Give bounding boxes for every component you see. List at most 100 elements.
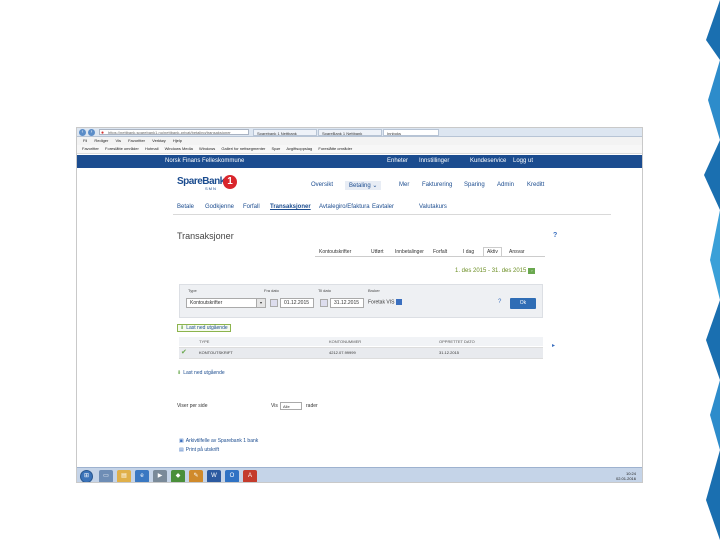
nav-saving[interactable]: Sparing xyxy=(464,182,485,188)
to-date-value: 31.12.2015 xyxy=(334,300,360,306)
menu-help[interactable]: Hjelp xyxy=(173,138,182,143)
favorite-item[interactable]: Favoritter xyxy=(82,146,99,151)
subnav-exchange[interactable]: Valutakurs xyxy=(419,204,447,210)
favorite-item[interactable]: Galleri for nettsegmenter xyxy=(221,146,265,151)
tab-today[interactable]: I dag xyxy=(463,249,474,255)
system-clock[interactable]: 10:24 02.01.2016 xyxy=(616,471,636,481)
tab-deposits[interactable]: Innbetalinger xyxy=(395,249,424,255)
calendar-icon[interactable] xyxy=(320,299,328,307)
checkmark-icon[interactable]: ✔ xyxy=(181,348,187,358)
favorite-item[interactable]: Foreslåtte områder xyxy=(318,146,352,151)
browser-tab-label: Sparebank 1 Nettbank xyxy=(257,131,297,136)
tab-overdue[interactable]: Forfalt xyxy=(433,249,447,255)
sparebank-logo[interactable]: SpareBank SMN 1 xyxy=(177,175,247,192)
folder-icon[interactable]: ▤ xyxy=(117,470,131,482)
menu-favorites[interactable]: Favoritter xyxy=(128,138,145,143)
browser-tab-1[interactable]: Sparebank 1 Nettbank xyxy=(253,129,317,136)
favorite-item[interactable]: Windows xyxy=(199,146,215,151)
tab-statements[interactable]: Kontoutskrifter xyxy=(319,249,351,255)
from-date-value: 01.12.2015 xyxy=(284,300,310,306)
col-account[interactable]: KONTONUMMER xyxy=(329,337,361,346)
browser-tab-3[interactable]: Innboks xyxy=(383,129,439,136)
favorite-item[interactable]: Spør xyxy=(272,146,281,151)
windows-start-icon[interactable]: ⊞ xyxy=(80,470,93,482)
settings-link[interactable]: Innstillinger xyxy=(419,155,449,168)
clock-date: 02.01.2016 xyxy=(615,476,636,481)
print-link[interactable]: ▤ Print på utskrift xyxy=(179,447,219,453)
archive-icon: ▣ xyxy=(179,438,184,444)
subnav-approve[interactable]: Godkjenne xyxy=(205,204,234,210)
subnav-efaktura[interactable]: Avtalegiro/Efaktura xyxy=(319,204,370,210)
next-arrow-icon[interactable]: › xyxy=(528,268,536,274)
archive-link[interactable]: ▣ Arkivtilfelle av Sparebank 1 bank xyxy=(179,438,258,444)
favorite-item[interactable]: Windows Media xyxy=(165,146,193,151)
row-type: KONTOUTSKRIFT xyxy=(199,350,233,355)
subnav-due[interactable]: Forfall xyxy=(243,204,260,210)
menu-view[interactable]: Vis xyxy=(116,138,121,143)
download-button-bottom[interactable]: ⬇ Last ned utgående xyxy=(177,370,225,376)
nav-credit[interactable]: Kreditt xyxy=(527,182,544,188)
favorite-item[interactable]: Hotmail xyxy=(145,146,159,151)
browser-tab-label: SpareBank 1 Nettbank xyxy=(322,131,363,136)
chevron-down-icon: ▾ xyxy=(256,299,265,307)
download-label: Last ned utgående xyxy=(186,325,228,331)
user-select[interactable]: Foretak VIS xyxy=(368,299,403,305)
download-button[interactable]: ⬇ Last ned utgående xyxy=(177,324,231,332)
help-icon[interactable]: ? xyxy=(498,299,501,305)
to-date-label: Til dato xyxy=(318,288,331,293)
nav-payment[interactable]: Betaling ⌄ xyxy=(345,181,382,190)
menu-tools[interactable]: Verktøy xyxy=(152,138,166,143)
table-row[interactable]: ✔ KONTOUTSKRIFT 4212.07.99999 31.12.2015 xyxy=(179,347,543,359)
expand-icon[interactable]: ▸ xyxy=(552,342,555,349)
nav-more[interactable]: Mer xyxy=(399,182,409,188)
subnav-agreements[interactable]: Eavtaler xyxy=(372,204,394,210)
pdf-icon[interactable]: A xyxy=(243,470,257,482)
calendar-icon[interactable] xyxy=(270,299,278,307)
explorer-icon[interactable]: ▭ xyxy=(99,470,113,482)
chevron-down-icon: ⌄ xyxy=(372,183,378,189)
to-date-input[interactable]: 31.12.2015 xyxy=(330,298,364,308)
app-icon[interactable]: ◆ xyxy=(171,470,185,482)
menu-edit[interactable]: Rediger xyxy=(94,138,108,143)
back-icon[interactable]: ‹ xyxy=(79,129,86,136)
per-page-value: Alle xyxy=(283,404,290,409)
help-icon[interactable]: ? xyxy=(553,232,557,239)
ie-icon[interactable]: e xyxy=(135,470,149,482)
units-link[interactable]: Enheter xyxy=(387,155,408,168)
browser-tab-2[interactable]: SpareBank 1 Nettbank xyxy=(318,129,382,136)
media-icon[interactable]: ▶ xyxy=(153,470,167,482)
menu-file[interactable]: Fil xyxy=(83,138,87,143)
favorite-item[interactable]: Avgiftsoppslag xyxy=(286,146,312,151)
type-select[interactable]: Kontoutskrifter ▾ xyxy=(186,298,266,308)
date-range[interactable]: 1. des 2015 - 31. des 2015 › xyxy=(455,268,536,274)
nav-payment-label: Betaling xyxy=(349,183,371,189)
paint-icon[interactable]: ✎ xyxy=(189,470,203,482)
subnav-pay[interactable]: Betale xyxy=(177,204,194,210)
browser-menu-bar: Fil Rediger Vis Favoritter Verktøy Hjelp xyxy=(77,137,642,145)
forward-icon[interactable]: › xyxy=(88,129,95,136)
word-icon[interactable]: W xyxy=(207,470,221,482)
tab-responsibility[interactable]: Ansvar xyxy=(509,249,525,255)
tab-completed[interactable]: Utført xyxy=(371,249,384,255)
favorite-item[interactable]: Foreslåtte områder xyxy=(105,146,139,151)
col-type[interactable]: TYPE xyxy=(199,337,209,346)
nav-overview[interactable]: Oversikt xyxy=(311,182,333,188)
type-select-value: Kontoutskrifter xyxy=(190,300,223,306)
subnav-transactions[interactable]: Transaksjoner xyxy=(270,204,311,210)
favorites-bar: Favoritter Foreslåtte områder Hotmail Wi… xyxy=(77,145,642,154)
per-page-select[interactable]: Alle xyxy=(280,402,302,410)
from-date-input[interactable]: 01.12.2015 xyxy=(280,298,314,308)
nav-invoicing[interactable]: Fakturering xyxy=(422,182,452,188)
customer-service-link[interactable]: Kundeservice xyxy=(470,155,506,168)
logout-link[interactable]: Logg ut xyxy=(513,155,533,168)
ok-button[interactable]: Ok xyxy=(510,298,536,309)
col-created-date[interactable]: OPPRETTET DATO xyxy=(439,337,475,346)
address-bar[interactable]: ● https://nettbank.sparebank1.no/nettban… xyxy=(99,129,249,135)
outlook-icon[interactable]: O xyxy=(225,470,239,482)
browser-tab-label: Innboks xyxy=(387,131,402,136)
table-header: TYPE KONTONUMMER OPPRETTET DATO xyxy=(179,337,543,346)
download-icon: ⬇ xyxy=(177,370,182,376)
print-icon: ▤ xyxy=(179,447,184,453)
nav-admin[interactable]: Admin xyxy=(497,182,514,188)
nav-divider xyxy=(173,214,611,215)
